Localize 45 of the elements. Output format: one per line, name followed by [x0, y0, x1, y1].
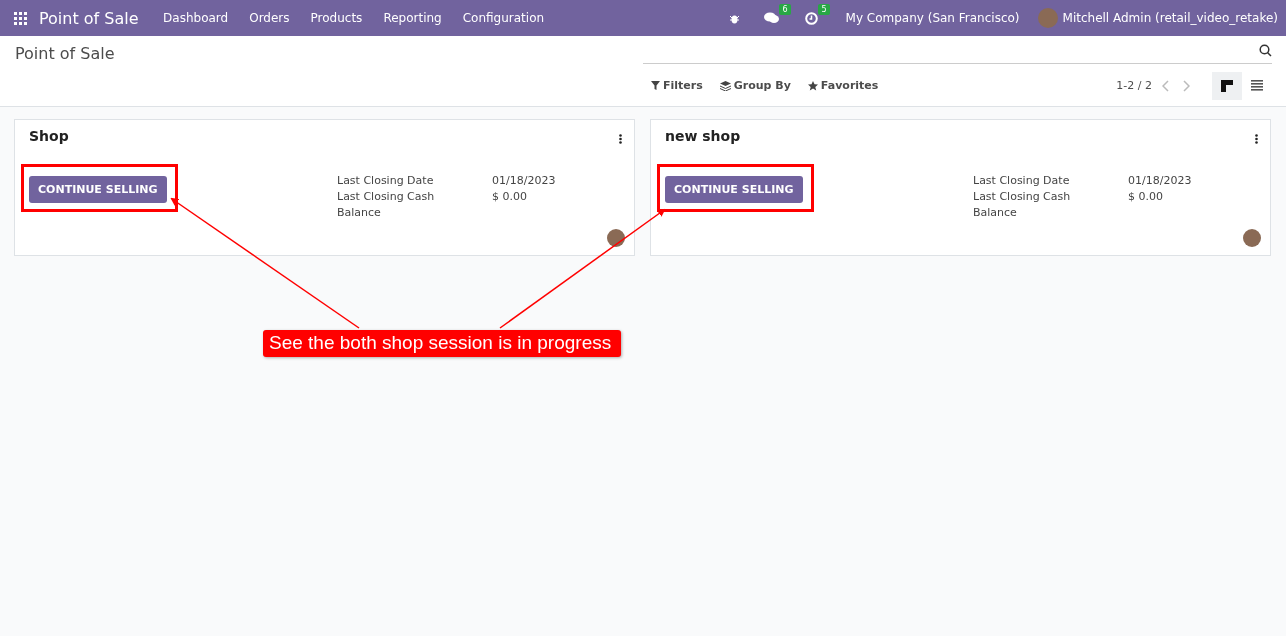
continue-selling-button[interactable]: CONTINUE SELLING: [29, 176, 167, 203]
field-label: Last Closing Cash: [337, 190, 436, 203]
more-options-icon[interactable]: [619, 134, 622, 144]
star-icon: [807, 80, 818, 91]
user-avatar: [1037, 8, 1058, 28]
menu-item[interactable]: Orders: [238, 11, 301, 25]
shop-name: Shop: [29, 128, 70, 144]
app-name: Point of Sale: [39, 8, 139, 28]
continue-selling-button[interactable]: CONTINUE SELLING: [665, 176, 803, 203]
kanban-icon: [1221, 79, 1233, 92]
list-icon: [1251, 80, 1263, 91]
apps-menu-icon[interactable]: [14, 11, 27, 25]
more-options-icon[interactable]: [1255, 134, 1258, 144]
pager-value: 1-2 / 2: [1116, 79, 1152, 92]
search-icon[interactable]: [1259, 43, 1272, 57]
field-label: Last Closing Date: [337, 174, 435, 187]
layers-icon: [719, 80, 731, 91]
menu-item[interactable]: Reporting: [372, 11, 453, 25]
field-label: Last Closing Date: [973, 174, 1071, 187]
page-title: Point of Sale: [15, 43, 116, 65]
chat-icon[interactable]: [763, 12, 779, 24]
filter-button[interactable]: Filters: [651, 79, 703, 92]
field-value: 01/18/2023: [492, 174, 557, 187]
menu-item[interactable]: Products: [300, 11, 373, 25]
field-value: $ 0.00: [492, 190, 528, 203]
kanban-view-button[interactable]: [1212, 71, 1242, 100]
field-label: Last Closing Cash: [973, 190, 1072, 203]
company-switcher[interactable]: My Company (San Francisco): [845, 11, 1020, 25]
field-label: Balance: [337, 206, 382, 219]
message-count: 6: [779, 4, 791, 15]
user-menu[interactable]: Mitchell Admin (retail_video_retake): [1062, 11, 1278, 25]
filter-button[interactable]: Favorites: [807, 79, 879, 92]
field-value: $ 0.00: [1128, 190, 1164, 203]
filter-icon: [651, 81, 660, 90]
menu-item[interactable]: Dashboard: [152, 11, 239, 25]
user-avatar: [1243, 229, 1261, 247]
field-value: 01/18/2023: [1128, 174, 1193, 187]
clock-icon[interactable]: [804, 11, 818, 25]
user-avatar: [607, 229, 625, 247]
field-label: Balance: [973, 206, 1018, 219]
menu-item[interactable]: Configuration: [452, 11, 555, 25]
shop-name: new shop: [665, 128, 742, 144]
activity-count: 5: [818, 3, 830, 15]
filter-button[interactable]: Group By: [719, 79, 791, 92]
annotation-callout: See the both shop session is in progress: [263, 330, 622, 357]
